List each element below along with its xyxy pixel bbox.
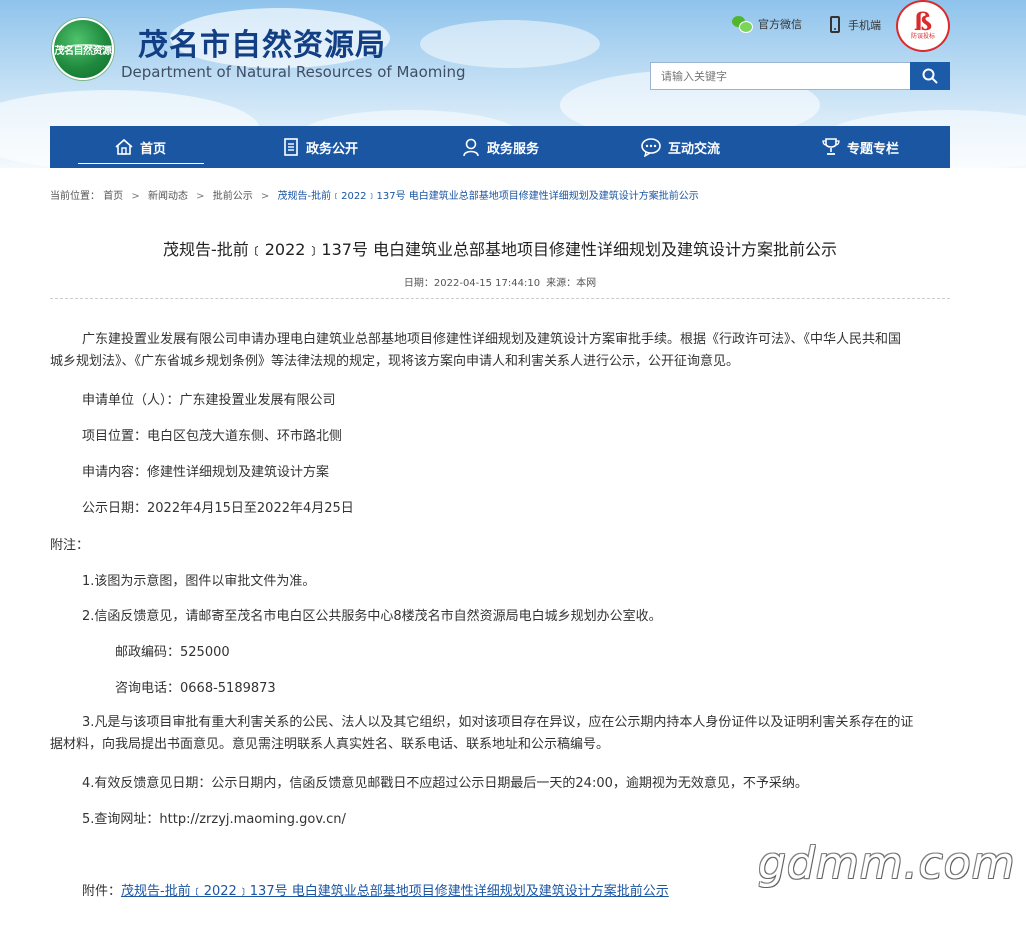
- breadcrumb-item-pre-approval[interactable]: 批前公示: [213, 191, 253, 202]
- search-icon: [922, 68, 938, 84]
- logo-text: 茂名自然资源: [54, 45, 113, 57]
- intro-paragraph: 广东建投置业发展有限公司申请办理电白建筑业总部基地项目修建性详细规划及建筑设计方…: [50, 329, 950, 373]
- trophy-icon: [822, 138, 840, 155]
- seal-mark: ß: [913, 7, 933, 36]
- content-line: 申请内容：修建性详细规划及建筑设计方案: [82, 465, 330, 480]
- mobile-site-link[interactable]: 手机端: [830, 16, 881, 33]
- breadcrumb-separator: >: [196, 191, 205, 202]
- phone-line: 咨询电话：0668-5189873: [115, 681, 276, 696]
- search-input[interactable]: [650, 62, 910, 90]
- seal-text: 防误投标: [910, 33, 935, 40]
- note-5[interactable]: 5.查询网址：http://zrzyj.maoming.gov.cn/: [82, 808, 346, 827]
- note-3: 3.凡是与该项目审批有重大利害关系的公民、法人以及其它组织，如对该项目存在异议，…: [50, 712, 950, 756]
- main-nav: 首页 政务公开 政务服务 互动交流 专题专栏: [50, 126, 950, 168]
- nav-item-home[interactable]: 首页: [50, 126, 230, 168]
- article-title: 茂规告-批前﹝2022﹞137号 电白建筑业总部基地项目修建性详细规划及建筑设计…: [162, 240, 838, 259]
- nav-label: 政务公开: [305, 141, 358, 157]
- document-icon: [284, 138, 298, 156]
- breadcrumb-prefix: 当前位置：: [50, 191, 100, 202]
- breadcrumb-item-home[interactable]: 首页: [103, 191, 123, 202]
- site-logo[interactable]: 茂名自然资源: [52, 18, 114, 80]
- breadcrumb-separator: >: [260, 191, 270, 202]
- notes-heading: 附注：: [50, 538, 90, 553]
- attachment-label: 附件：: [82, 884, 122, 899]
- wechat-icon: [732, 16, 753, 33]
- location-line: 项目位置：电白区包茂大道东侧、环市路北侧: [82, 429, 343, 444]
- article-source: 本网: [576, 278, 597, 289]
- nav-label: 政务服务: [486, 141, 539, 157]
- attachment-row: 附件：茂规告-批前﹝2022﹞137号 电白建筑业总部基地项目修建性详细规划及建…: [82, 880, 669, 899]
- note-3-line: 3.凡是与该项目审批有重大利害关系的公民、法人以及其它组织，如对该项目存在异议，…: [82, 715, 914, 730]
- anti-fraud-seal-badge[interactable]: ß 防误投标: [896, 0, 950, 52]
- chat-bubble-icon: [641, 138, 661, 157]
- nav-item-special-topics[interactable]: 专题专栏: [770, 126, 950, 168]
- search-button[interactable]: [910, 62, 950, 90]
- breadcrumb-item-news[interactable]: 新闻动态: [148, 191, 188, 202]
- note-2: 2.信函反馈意见，请邮寄至茂名市电白区公共服务中心8楼茂名市自然资源局电白城乡规…: [82, 609, 662, 624]
- nav-item-interaction[interactable]: 互动交流: [590, 126, 770, 168]
- article-date: 2022-04-15 17:44:10: [433, 278, 541, 289]
- cloud-decoration: [420, 20, 600, 68]
- nav-item-government-affairs[interactable]: 政务公开: [230, 126, 410, 168]
- applicant-line: 申请单位（人）：广东建投置业发展有限公司: [82, 393, 336, 408]
- nav-item-government-services[interactable]: 政务服务: [410, 126, 590, 168]
- article-meta: 日期：2022-04-15 17:44:10 来源：本网: [50, 274, 950, 289]
- site-watermark: gdmm.com: [758, 838, 1016, 889]
- note-4: 4.有效反馈意见日期：公示日期内，信函反馈意见邮戳日不应超过公示日期最后一天的2…: [82, 776, 808, 791]
- home-icon: [115, 138, 133, 155]
- period-line: 公示日期：2022年4月15日至2022年4月25日: [82, 501, 354, 516]
- intro-line: 城乡规划法》、《广东省城乡规划条例》等法律法规的规定，现将该方案向申请人和利害关…: [50, 354, 740, 369]
- title-divider: [50, 298, 950, 299]
- postcode-line: 邮政编码：525000: [115, 645, 230, 660]
- attachment-link[interactable]: 茂规告-批前﹝2022﹞137号 电白建筑业总部基地项目修建性详细规划及建筑设计…: [121, 884, 669, 899]
- nav-label: 互动交流: [667, 141, 720, 157]
- mobile-phone-icon: [830, 16, 840, 33]
- nav-label: 首页: [139, 141, 166, 157]
- source-label: 来源：: [546, 278, 577, 289]
- breadcrumb-separator: >: [131, 191, 140, 202]
- search-bar: [650, 62, 950, 90]
- site-title[interactable]: 茂名市自然资源局: [138, 20, 386, 64]
- breadcrumb: 当前位置： 首页 > 新闻动态 > 批前公示 > 茂规告-批前﹝2022﹞137…: [50, 187, 699, 202]
- nav-label: 专题专栏: [846, 141, 899, 157]
- intro-line: 广东建投置业发展有限公司申请办理电白建筑业总部基地项目修建性详细规划及建筑设计方…: [82, 332, 902, 347]
- site-header: 茂名自然资源 茂名市自然资源局 Department of Natural Re…: [0, 0, 1026, 168]
- note-1: 1.该图为示意图，图件以审批文件为准。: [82, 574, 316, 589]
- service-person-icon: [463, 138, 479, 157]
- wechat-label: 官方微信: [758, 18, 802, 31]
- mobile-label: 手机端: [848, 18, 881, 32]
- official-wechat-link[interactable]: 官方微信: [732, 16, 802, 33]
- site-subtitle: Department of Natural Resources of Maomi…: [121, 63, 466, 81]
- note-3-line: 据材料，向我局提出书面意见。意见需注明联系人真实姓名、联系电话、联系地址和公示稿…: [50, 737, 610, 752]
- breadcrumb-current: 茂规告-批前﹝2022﹞137号 电白建筑业总部基地项目修建性详细规划及建筑设计…: [277, 191, 699, 202]
- date-label: 日期：: [403, 278, 434, 289]
